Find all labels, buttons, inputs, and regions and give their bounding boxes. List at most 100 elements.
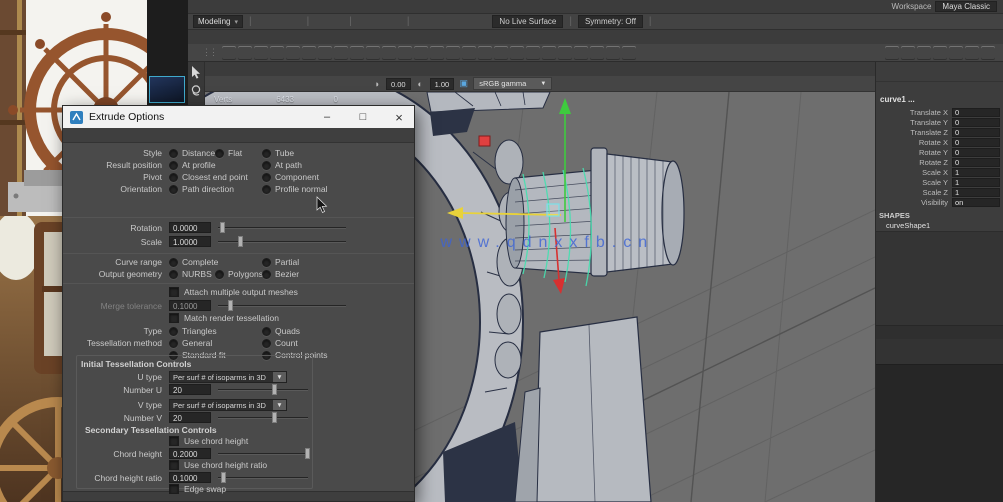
attribute-value-field[interactable]: 0 <box>952 127 1000 137</box>
shelf-tab[interactable] <box>220 31 236 44</box>
radio-icon[interactable] <box>262 148 271 158</box>
radio-icon[interactable] <box>262 172 271 182</box>
slider-handle[interactable] <box>238 236 243 247</box>
value-field[interactable]: 0.0000 <box>169 222 211 233</box>
value-field[interactable]: 0.1000 <box>169 472 211 483</box>
file-operation-icon[interactable] <box>273 15 286 28</box>
slider-track[interactable] <box>218 453 308 455</box>
slider-track[interactable] <box>218 389 308 391</box>
exposure-icon[interactable]: ◑ <box>370 79 383 89</box>
shelf-tab[interactable] <box>316 31 332 44</box>
shelf-tab[interactable] <box>348 31 364 44</box>
slider-handle[interactable] <box>272 384 277 395</box>
shelf-tool-icon[interactable] <box>590 46 604 60</box>
radio-option[interactable]: General <box>169 337 212 349</box>
slider-track[interactable] <box>218 227 346 229</box>
snap-icon[interactable] <box>445 15 458 28</box>
shelf-tab[interactable] <box>300 31 316 44</box>
radio-icon[interactable] <box>169 257 178 267</box>
manipulator-center-handle[interactable] <box>546 203 560 217</box>
render-icon[interactable] <box>673 15 686 28</box>
slider-handle[interactable] <box>305 448 310 459</box>
radio-icon[interactable] <box>262 326 271 336</box>
shelf-tab[interactable] <box>364 31 380 44</box>
snap-icon[interactable] <box>415 15 428 28</box>
gamma-field[interactable]: 1.00 <box>429 77 455 90</box>
snap-icon[interactable] <box>460 15 473 28</box>
shelf-tab[interactable] <box>204 31 220 44</box>
attribute-value-field[interactable]: 1 <box>952 177 1000 187</box>
radio-icon[interactable] <box>262 160 271 170</box>
shelf-tool-icon[interactable] <box>526 46 540 60</box>
axle-cylinder-mesh[interactable] <box>505 169 598 275</box>
radio-icon[interactable] <box>262 184 271 194</box>
shelf-tool-icon[interactable] <box>382 46 396 60</box>
slider-track[interactable] <box>218 417 308 419</box>
selection-mode-icon[interactable] <box>358 15 371 28</box>
use-chord-height-checkbox[interactable] <box>169 436 179 446</box>
wheel-top-mesh[interactable] <box>426 92 551 136</box>
value-field[interactable]: 20 <box>169 384 211 395</box>
live-surface-field[interactable]: No Live Surface <box>492 15 564 28</box>
use-chord-ratio-checkbox[interactable] <box>169 460 179 470</box>
view-transform-dropdown[interactable]: sRGB gamma ▼ <box>473 77 553 90</box>
radio-icon[interactable] <box>169 148 178 158</box>
render-icon[interactable] <box>688 15 701 28</box>
shelf-tool-icon[interactable] <box>542 46 556 60</box>
radio-icon[interactable] <box>262 269 271 279</box>
shelf-tool-icon[interactable] <box>414 46 428 60</box>
radio-icon[interactable] <box>262 257 271 267</box>
slider-track[interactable] <box>218 305 346 307</box>
shelf-tool-icon[interactable] <box>270 46 284 60</box>
radio-option[interactable]: Triangles <box>169 325 217 337</box>
shelf-primitive-icon[interactable] <box>901 46 915 60</box>
shelf-tab[interactable] <box>284 31 300 44</box>
attribute-label[interactable]: Scale Z <box>876 188 952 197</box>
slider-handle[interactable] <box>272 412 277 423</box>
selection-mode-icon[interactable] <box>373 15 386 28</box>
file-operation-icon[interactable] <box>288 15 301 28</box>
shape-node-name[interactable]: curveShape1 <box>876 221 1003 231</box>
shelf-tool-icon[interactable] <box>462 46 476 60</box>
radio-option[interactable]: Component <box>262 171 319 183</box>
shelf-tool-icon[interactable] <box>334 46 348 60</box>
radio-icon[interactable] <box>169 184 178 194</box>
radio-option[interactable]: Tube <box>262 147 294 159</box>
radio-option[interactable]: Polygons <box>215 268 263 280</box>
snap-icon[interactable] <box>430 15 443 28</box>
attribute-label[interactable]: Translate X <box>876 108 952 117</box>
image-thumbnail-selected[interactable] <box>149 76 185 103</box>
shelf-tool-icon[interactable] <box>238 46 252 60</box>
radio-option[interactable]: Partial <box>262 256 299 268</box>
workspace-value[interactable]: Maya Classic <box>935 1 997 12</box>
attribute-label[interactable]: Scale Y <box>876 178 952 187</box>
value-field[interactable]: 1.0000 <box>169 236 211 247</box>
shelf-tab[interactable] <box>396 31 412 44</box>
shelf-primitive-icon[interactable] <box>981 46 995 60</box>
attribute-label[interactable]: Rotate X <box>876 138 952 147</box>
radio-icon[interactable] <box>169 326 178 336</box>
radio-icon[interactable] <box>169 172 178 182</box>
shelf-tab[interactable] <box>252 31 268 44</box>
radio-option[interactable]: At profile <box>169 159 216 171</box>
manipulator-z-arrowhead[interactable] <box>553 278 565 294</box>
radio-option[interactable]: Closest end point <box>169 171 248 183</box>
shelf-tool-icon[interactable] <box>286 46 300 60</box>
value-field[interactable]: 0.2000 <box>169 448 211 459</box>
layer-list[interactable] <box>876 364 1003 502</box>
edge-swap-checkbox[interactable] <box>169 484 179 494</box>
shelf-tab[interactable] <box>380 31 396 44</box>
v-type-dropdown[interactable]: Per surf # of isoparms in 3D ▼ <box>169 399 287 411</box>
radio-option[interactable]: NURBS <box>169 268 212 280</box>
exposure-field[interactable]: 0.00 <box>386 77 411 90</box>
base-plate-mesh[interactable] <box>514 316 652 502</box>
shelf-tool-icon[interactable] <box>430 46 444 60</box>
shelf-tool-icon[interactable] <box>446 46 460 60</box>
sidebar-toggle-icon[interactable] <box>985 15 998 28</box>
attach-meshes-checkbox[interactable] <box>169 287 179 297</box>
manipulator-y-arrowhead[interactable] <box>559 98 571 114</box>
shelf-tab[interactable] <box>332 31 348 44</box>
shelf-primitive-icon[interactable] <box>965 46 979 60</box>
attribute-value-field[interactable]: 0 <box>952 137 1000 147</box>
radio-option[interactable]: Complete <box>169 256 218 268</box>
